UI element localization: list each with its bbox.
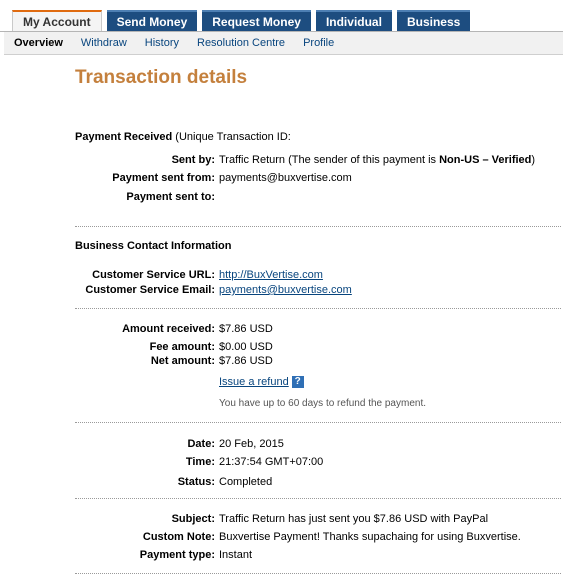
refund-note-row: You have up to 60 days to refund the pay… [75,398,561,412]
cs-url-link[interactable]: http://BuxVertise.com [219,269,323,281]
status-value: Completed [219,476,273,488]
divider [75,573,561,574]
sent-from-row: Payment sent from: payments@buxvertise.c… [75,172,561,186]
time-value: 21:37:54 GMT+07:00 [219,456,324,468]
custom-note-label: Custom Note: [142,531,215,543]
fee-amount-label: Fee amount: [149,341,215,353]
subnav-withdraw[interactable]: Withdraw [81,37,127,49]
payment-heading-label: Payment Received [75,131,173,143]
amount-received-value: $7.86 USD [219,323,273,335]
subnav-overview[interactable]: Overview [14,37,63,49]
tab-send-money[interactable]: Send Money [106,10,198,32]
divider [75,498,561,499]
time-label: Time: [185,456,215,468]
sent-to-label: Payment sent to: [126,191,215,203]
fee-amount-row: Fee amount: $0.00 USD [75,341,561,355]
amount-received-label: Amount received: [122,323,215,335]
subject-row: Subject: Traffic Return has just sent yo… [75,513,561,527]
sent-by-value: Traffic Return (The sender of this payme… [219,154,535,166]
net-amount-label: Net amount: [150,355,215,367]
sent-by-row: Sent by: Traffic Return (The sender of t… [75,154,561,168]
net-amount-row: Net amount: $7.86 USD [75,355,561,369]
cs-email-row: Customer Service Email: payments@buxvert… [75,284,561,298]
tab-business[interactable]: Business [396,10,471,32]
transaction-id-label: (Unique Transaction ID: [175,131,291,143]
subject-value: Traffic Return has just sent you $7.86 U… [219,513,489,525]
status-row: Status: Completed [75,476,561,490]
sent-by-label: Sent by: [171,154,215,166]
refund-wrap: Issue a refund? [219,376,304,389]
cs-url-label: Customer Service URL: [92,269,215,281]
sent-from-label: Payment sent from: [112,172,215,184]
tab-my-account[interactable]: My Account [12,10,102,33]
business-heading: Business Contact Information [75,240,232,252]
net-amount-value: $7.86 USD [219,355,273,367]
payment-type-value: Instant [219,549,253,561]
payment-heading: Payment Received (Unique Transaction ID: [75,131,561,143]
time-row: Time: 21:37:54 GMT+07:00 [75,456,561,470]
tab-request-money[interactable]: Request Money [202,10,311,32]
help-icon[interactable]: ? [291,376,304,389]
subnav-profile[interactable]: Profile [303,37,334,49]
date-value: 20 Feb, 2015 [219,438,284,450]
sender-status: Non-US – Verified [439,154,532,166]
sub-navigation: Overview Withdraw History Resolution Cen… [4,32,563,55]
sent-to-row: Payment sent to: [75,191,561,205]
sent-by-suffix: ) [531,154,536,166]
subnav-history[interactable]: History [145,37,179,49]
refund-row: Issue a refund? [75,376,561,390]
divider [75,226,561,227]
cs-email-link[interactable]: payments@buxvertise.com [219,284,352,296]
main-tabs: My Account Send Money Request Money Indi… [12,10,475,33]
sent-by-name: Traffic Return (The sender of this payme… [219,154,440,166]
sent-from-value: payments@buxvertise.com [219,172,352,184]
custom-note-value: Buxvertise Payment! Thanks supachaing fo… [219,531,521,543]
divider [75,308,561,309]
custom-note-row: Custom Note: Buxvertise Payment! Thanks … [75,531,561,545]
payment-type-row: Payment type: Instant [75,549,561,563]
tab-individual[interactable]: Individual [315,10,392,32]
cs-email-label: Customer Service Email: [85,284,215,296]
date-label: Date: [187,438,215,450]
subnav-resolution-centre[interactable]: Resolution Centre [197,37,285,49]
page-title: Transaction details [75,67,248,88]
cs-url-row: Customer Service URL: http://BuxVertise.… [75,269,561,283]
subject-label: Subject: [171,513,215,525]
refund-note: You have up to 60 days to refund the pay… [219,398,427,409]
divider [75,422,561,423]
date-row: Date: 20 Feb, 2015 [75,438,561,452]
fee-amount-value: $0.00 USD [219,341,273,353]
status-label: Status: [177,476,215,488]
amount-received-row: Amount received: $7.86 USD [75,323,561,337]
payment-type-label: Payment type: [139,549,215,561]
issue-refund-link[interactable]: Issue a refund [219,376,289,388]
